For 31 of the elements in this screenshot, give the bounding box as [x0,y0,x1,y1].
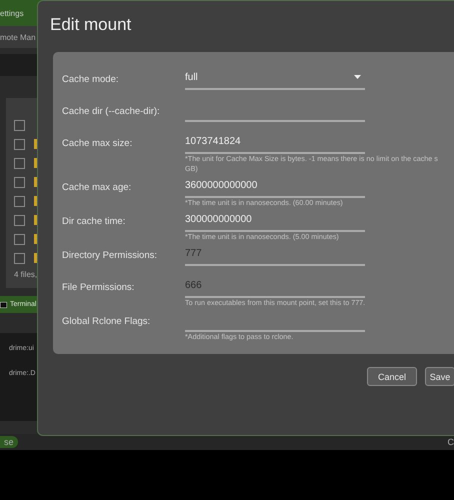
cancel-button[interactable]: Cancel [367,367,417,386]
input-field[interactable]: 1073741824 [185,130,365,154]
save-button[interactable]: Save [425,367,454,386]
checkbox[interactable] [14,196,25,206]
field-label: Global Rclone Flags: [62,315,152,329]
checkbox[interactable] [14,158,25,168]
field-label: Cache max age: [62,181,132,195]
status-button[interactable]: se [0,436,18,448]
checkbox[interactable] [14,176,25,188]
field-label: File Permissions: [62,281,136,295]
input-field[interactable]: 300000000000 [185,208,365,232]
checkbox[interactable] [14,138,25,150]
input-field[interactable]: 666 [185,274,365,298]
input-field[interactable]: 3600000000000 [185,174,365,198]
field-label: Dir cache time: [62,215,126,229]
field-label: Cache max size: [62,137,134,151]
select-field[interactable]: full [185,66,365,90]
tab[interactable]: mote Man [0,32,36,42]
menu-item[interactable]: ettings [0,8,24,18]
checkbox[interactable] [14,214,25,226]
dialog-title: Edit mount [50,15,132,35]
file-count: 4 files, [14,270,38,279]
checkbox[interactable] [14,252,25,264]
checkbox[interactable] [14,234,25,244]
input-field[interactable]: 777 [185,242,365,266]
status-text: C [448,437,454,447]
terminal-icon [0,302,7,308]
checkbox[interactable] [14,120,25,130]
field-label: Directory Permissions: [62,249,158,263]
field-label: Cache mode: [62,73,120,87]
field-label: Cache dir (--cache-dir): [62,105,161,119]
